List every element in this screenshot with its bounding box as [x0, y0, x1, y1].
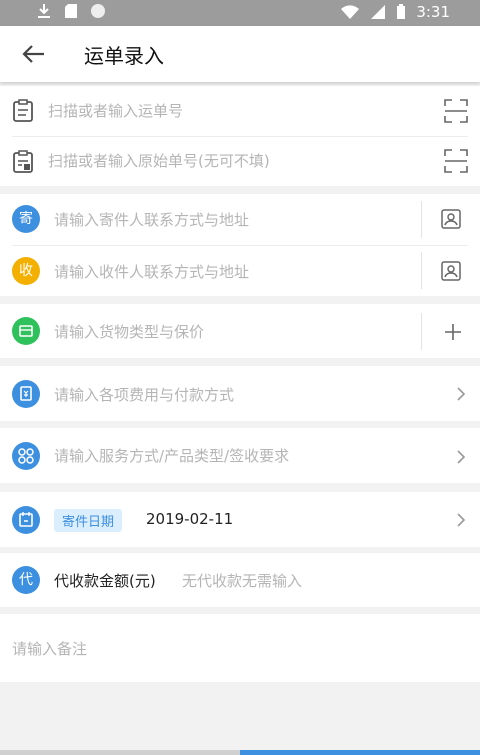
goods-input[interactable]: 请输入货物类型与保价 [54, 321, 204, 342]
contact-book-icon[interactable] [441, 261, 461, 281]
download-icon [38, 4, 50, 18]
date-card[interactable]: 寄件日期 2019-02-11 [0, 492, 480, 547]
cod-label: 代收款金额(元) [54, 572, 156, 590]
separator [421, 252, 422, 289]
chevron-right-icon [457, 387, 466, 401]
original-number-row[interactable]: 扫描或者输入原始单号(无可不填) [0, 137, 480, 187]
sender-badge: 寄 [12, 205, 40, 233]
date-value[interactable]: 2019-02-11 [146, 510, 233, 528]
scan-icon[interactable] [444, 149, 468, 173]
chevron-right-icon [457, 450, 466, 464]
bottom-tab-indicator [0, 750, 480, 755]
goods-card[interactable]: 请输入货物类型与保价 [0, 304, 480, 358]
fees-card[interactable]: 请输入各项费用与付款方式 [0, 366, 480, 421]
receiver-input[interactable]: 请输入收件人联系方式与地址 [54, 261, 249, 282]
receiver-row[interactable]: 收 请输入收件人联系方式与地址 [0, 246, 480, 296]
clipboard-icon [13, 150, 33, 173]
waybill-card: 扫描或者输入运单号 扫描或者输入原始单号(无可不填) [0, 86, 480, 186]
separator [421, 313, 422, 350]
app-bar: 运单录入 [0, 26, 480, 82]
back-arrow-icon[interactable] [20, 42, 46, 66]
calendar-icon [12, 506, 40, 534]
fees-input[interactable]: 请输入各项费用与付款方式 [54, 384, 234, 405]
status-time: 3:31 [416, 3, 450, 21]
service-card[interactable]: 请输入服务方式/产品类型/签收要求 [0, 428, 480, 483]
cod-amount-input[interactable]: 无代收款无需输入 [182, 570, 302, 591]
service-icon [12, 442, 40, 470]
circle-icon [91, 4, 105, 18]
signal-icon [371, 5, 386, 19]
waybill-input[interactable]: 扫描或者输入运单号 [48, 100, 183, 121]
page-title: 运单录入 [84, 44, 164, 68]
scan-icon[interactable] [444, 99, 468, 123]
remark-input[interactable]: 请输入备注 [12, 638, 87, 659]
waybill-row[interactable]: 扫描或者输入运单号 [0, 86, 480, 136]
original-number-input[interactable]: 扫描或者输入原始单号(无可不填) [48, 150, 270, 171]
sd-card-icon [65, 4, 77, 18]
date-label-badge: 寄件日期 [54, 509, 123, 532]
contact-book-icon[interactable] [441, 209, 461, 229]
sender-input[interactable]: 请输入寄件人联系方式与地址 [54, 209, 249, 230]
add-icon[interactable] [444, 323, 462, 341]
cod-card: 代 代收款金额(元) 无代收款无需输入 [0, 553, 480, 607]
remark-card[interactable]: 请输入备注 [0, 614, 480, 682]
status-bar: 3:31 [0, 0, 480, 26]
separator [421, 201, 422, 238]
clipboard-icon [13, 99, 33, 122]
active-tab-indicator [240, 750, 480, 755]
wifi-icon [341, 5, 360, 19]
sender-row[interactable]: 寄 请输入寄件人联系方式与地址 [0, 194, 480, 245]
chevron-right-icon [457, 513, 466, 527]
service-input[interactable]: 请输入服务方式/产品类型/签收要求 [54, 445, 289, 466]
goods-icon [12, 317, 40, 345]
receiver-badge: 收 [12, 257, 40, 285]
parties-card: 寄 请输入寄件人联系方式与地址 收 请输入收件人联系方式与地址 [0, 194, 480, 296]
cod-badge: 代 [12, 566, 40, 594]
fees-icon [12, 380, 40, 408]
battery-icon [397, 4, 406, 19]
